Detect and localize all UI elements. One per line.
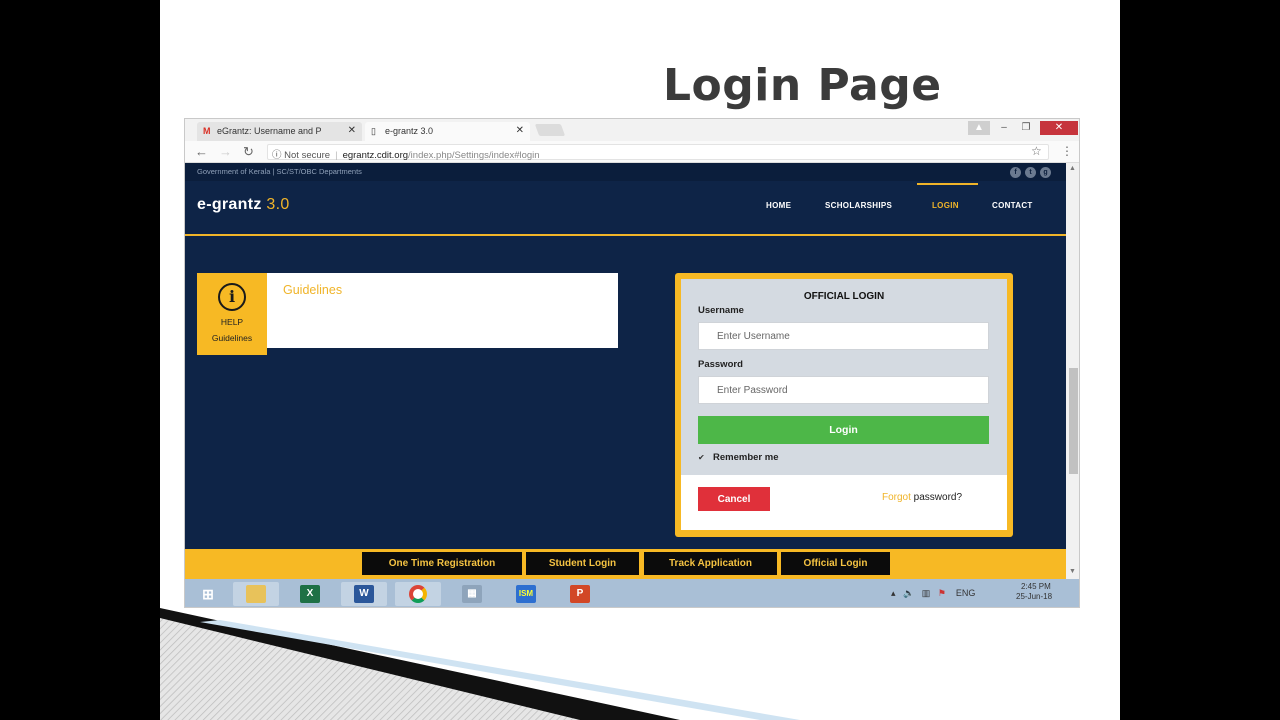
scroll-up-icon[interactable]: ▲ (1069, 165, 1076, 172)
flag-icon[interactable]: ⚑ (938, 588, 946, 598)
login-heading: OFFICIAL LOGIN (803, 291, 885, 302)
guidelines-panel: Guidelines (267, 273, 618, 348)
slide-title: Login Page (663, 60, 942, 111)
remember-me-label: Remember me (713, 452, 779, 463)
password-label: Password (698, 359, 743, 370)
star-icon[interactable]: ☆ (1031, 144, 1042, 158)
site-logo[interactable]: e-grantz 3.0 (197, 196, 290, 214)
nav-login[interactable]: LOGIN (932, 201, 959, 210)
google-plus-icon[interactable]: g (1040, 167, 1051, 178)
restore-icon[interactable]: ❐ (1019, 121, 1033, 135)
tab-strip: M eGrantz: Username and P ✕ ▯ e-grantz 3… (185, 119, 1079, 141)
tab-gmail[interactable]: M eGrantz: Username and P ✕ (197, 122, 362, 141)
forgot-password: Forgot password? (882, 492, 962, 503)
track-application-button[interactable]: Track Application (644, 552, 777, 575)
slide: Login Page M eGrantz: Username and P ✕ ▯… (160, 0, 1120, 720)
user-icon[interactable]: ▲ (968, 121, 990, 135)
student-login-button[interactable]: Student Login (526, 552, 639, 575)
official-login-card: OFFICIAL LOGIN Username Password Login ✔… (675, 273, 1013, 537)
new-tab-button[interactable] (534, 124, 566, 136)
info-icon: i (218, 283, 246, 311)
active-nav-indicator (917, 183, 978, 185)
nav-scholarships[interactable]: SCHOLARSHIPS (825, 201, 892, 210)
reload-icon[interactable]: ↻ (243, 144, 254, 160)
separator: | (335, 150, 338, 161)
tab-title: eGrantz: Username and P (217, 126, 322, 136)
twitter-icon[interactable]: t (1025, 167, 1036, 178)
close-icon[interactable]: ✕ (516, 125, 524, 136)
gmail-icon: M (203, 126, 211, 136)
gov-topbar: Government of Kerala | SC/ST/OBC Departm… (185, 163, 1066, 181)
web-page: Government of Kerala | SC/ST/OBC Departm… (185, 163, 1066, 579)
browser-window: M eGrantz: Username and P ✕ ▯ e-grantz 3… (184, 118, 1080, 608)
browser-toolbar: ← → ↻ ⓘ Not secure | egrantz.cdit.org/inde… (185, 141, 1079, 163)
tab-egrantz[interactable]: ▯ e-grantz 3.0 ✕ (365, 122, 530, 141)
gov-text: Government of Kerala | SC/ST/OBC Departm… (197, 167, 362, 176)
minimize-icon[interactable]: – (997, 121, 1011, 135)
username-input[interactable] (698, 322, 989, 350)
nav-contact[interactable]: CONTACT (992, 201, 1033, 210)
info-icon[interactable]: ⓘ (272, 150, 282, 161)
scroll-thumb[interactable] (1069, 368, 1078, 474)
login-form: OFFICIAL LOGIN Username Password Login ✔… (681, 279, 1007, 475)
help-label: HELP (220, 317, 244, 327)
language-indicator[interactable]: ENG (956, 588, 976, 598)
tab-title: e-grantz 3.0 (385, 126, 434, 136)
forward-icon[interactable]: → (219, 144, 232, 159)
menu-icon[interactable]: ⋮ (1061, 144, 1073, 158)
official-login-button[interactable]: Official Login (781, 552, 890, 575)
quick-links-bar: One Time Registration Student Login Trac… (185, 549, 1066, 579)
guidelines-title[interactable]: Guidelines (283, 283, 342, 297)
password-input[interactable] (698, 376, 989, 404)
login-button[interactable]: Login (698, 416, 989, 444)
address-bar[interactable]: ⓘ Not secure | egrantz.cdit.org/index.php/… (267, 144, 1049, 161)
brand-version: 3.0 (266, 196, 290, 213)
system-tray[interactable]: ▴ 🔈 ▥ ⚑ ENG (891, 588, 975, 599)
scroll-down-icon[interactable]: ▼ (1069, 568, 1076, 575)
one-time-registration-button[interactable]: One Time Registration (362, 552, 522, 575)
volume-icon[interactable]: 🔈 (903, 588, 914, 598)
page-icon: ▯ (371, 126, 376, 136)
help-box[interactable]: i HELP Guidelines (197, 273, 267, 355)
help-sub-label: Guidelines (211, 333, 253, 343)
tray-arrow-icon[interactable]: ▴ (891, 588, 896, 598)
url-host: egrantz.cdit.org (342, 150, 409, 161)
brand-name: e-grantz (197, 196, 262, 213)
remember-me-checkbox[interactable]: ✔ (698, 453, 705, 462)
cancel-button[interactable]: Cancel (698, 487, 770, 511)
clock-time[interactable]: 2:45 PM (1021, 582, 1051, 591)
security-label: Not secure (284, 150, 331, 161)
login-actions: Cancel Forgot password? (681, 475, 1007, 530)
back-icon[interactable]: ← (195, 144, 208, 159)
forgot-password-text: password? (910, 492, 963, 503)
close-icon[interactable]: ✕ (348, 125, 356, 136)
header-divider (185, 234, 1066, 236)
slide-decoration (160, 608, 800, 720)
forgot-password-link[interactable]: Forgot (882, 492, 911, 503)
close-window-icon[interactable]: ✕ (1040, 121, 1078, 135)
facebook-icon[interactable]: f (1010, 167, 1021, 178)
network-icon[interactable]: ▥ (922, 588, 931, 598)
page-scrollbar[interactable]: ▲ ▼ (1066, 163, 1079, 579)
url-path: /index.php/Settings/index#login (408, 150, 540, 161)
nav-home[interactable]: HOME (766, 201, 791, 210)
username-label: Username (698, 305, 744, 316)
